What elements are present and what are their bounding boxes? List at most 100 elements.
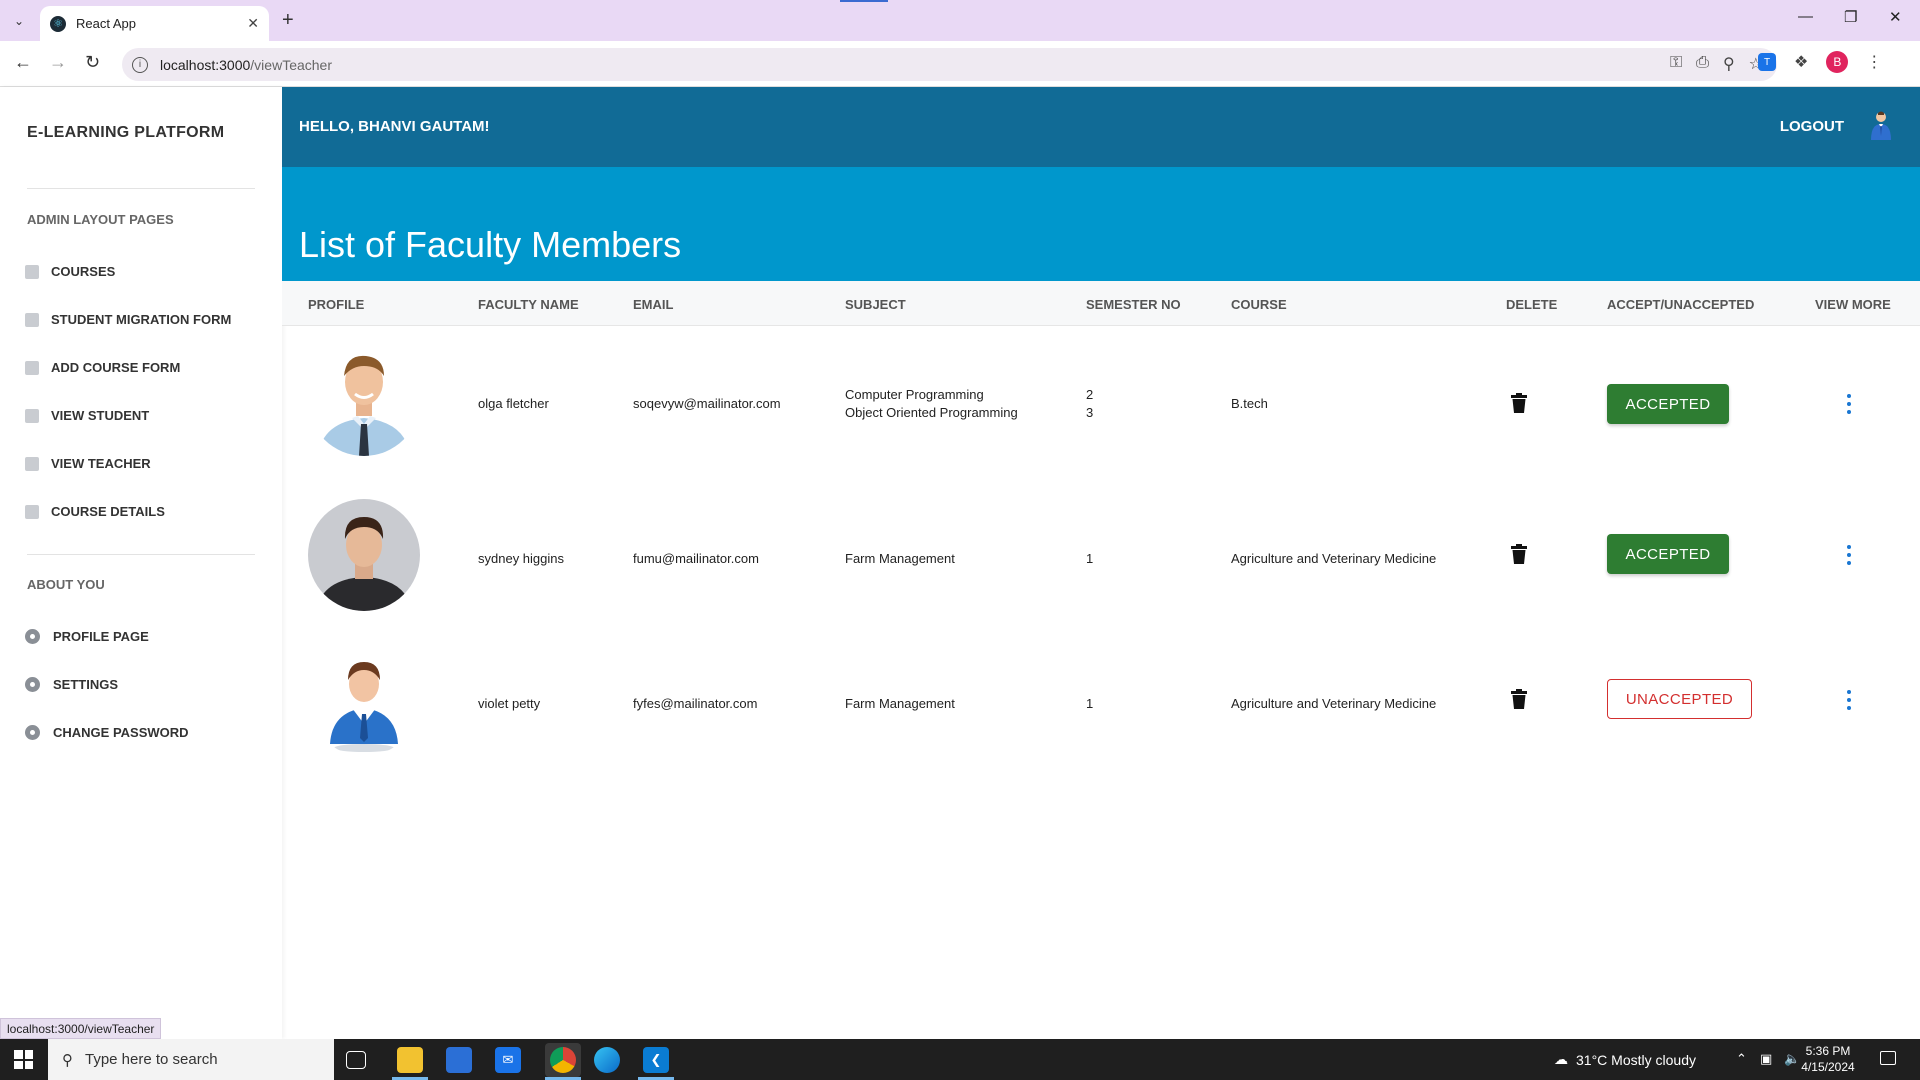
sidebar-item-label: SETTINGS bbox=[53, 677, 119, 692]
column-header-subject: SUBJECT bbox=[845, 297, 906, 312]
zoom-icon[interactable]: ⚲ bbox=[1723, 54, 1735, 74]
task-view-icon[interactable] bbox=[346, 1051, 366, 1069]
network-icon[interactable]: ▣ bbox=[1760, 1051, 1772, 1067]
user-avatar-icon[interactable] bbox=[1866, 110, 1896, 140]
react-favicon-icon: ⚛ bbox=[50, 15, 66, 32]
semester-item: 3 bbox=[1086, 405, 1094, 420]
windows-start-icon[interactable] bbox=[14, 1050, 33, 1069]
chrome-icon[interactable] bbox=[550, 1047, 576, 1073]
browser-toolbar: ← → ↻ i localhost:3000/viewTeacher ⚿ ⎙ ⚲… bbox=[0, 41, 1920, 87]
microsoft-store-icon[interactable] bbox=[446, 1047, 472, 1073]
sidebar-item-view-student[interactable]: VIEW STUDENT bbox=[25, 408, 149, 423]
accepted-button[interactable]: ACCEPTED bbox=[1607, 384, 1729, 424]
delete-trash-icon[interactable] bbox=[1511, 393, 1527, 413]
book-icon bbox=[25, 456, 39, 471]
sidebar-item-add-course-form[interactable]: ADD COURSE FORM bbox=[25, 360, 180, 375]
faculty-course: Agriculture and Veterinary Medicine bbox=[1231, 696, 1437, 711]
tab-search-button[interactable]: ⌄ bbox=[7, 9, 31, 33]
sidebar-item-student-migration-form[interactable]: STUDENT MIGRATION FORM bbox=[25, 312, 231, 327]
delete-trash-icon[interactable] bbox=[1511, 544, 1527, 564]
password-key-icon[interactable]: ⚿ bbox=[1670, 54, 1682, 74]
link-status-bubble: localhost:3000/viewTeacher bbox=[0, 1018, 162, 1039]
extension-translate-icon[interactable]: T bbox=[1758, 53, 1776, 71]
sidebar-item-course-details[interactable]: COURSE DETAILS bbox=[25, 504, 165, 519]
taskbar-search-box[interactable]: ⚲ Type here to search bbox=[48, 1039, 334, 1080]
extensions-puzzle-icon[interactable]: ❖ bbox=[1794, 52, 1808, 72]
accepted-button[interactable]: ACCEPTED bbox=[1607, 534, 1729, 574]
chevron-up-icon[interactable]: ⌃ bbox=[1736, 1051, 1747, 1067]
taskbar-search-placeholder: Type here to search bbox=[85, 1051, 218, 1068]
sidebar-item-label: CHANGE PASSWORD bbox=[53, 725, 189, 740]
window-close-icon[interactable]: ✕ bbox=[1889, 8, 1902, 26]
sidebar-item-settings[interactable]: SETTINGS bbox=[25, 677, 118, 692]
faculty-subject: Farm Management bbox=[845, 696, 955, 711]
logout-button[interactable]: LOGOUT bbox=[1780, 118, 1844, 135]
cloud-icon: ☁ bbox=[1554, 1051, 1568, 1067]
more-options-icon[interactable] bbox=[1844, 690, 1854, 710]
mail-icon[interactable]: ✉ bbox=[495, 1047, 521, 1073]
sidebar-item-change-password[interactable]: CHANGE PASSWORD bbox=[25, 725, 189, 740]
browser-menu-icon[interactable]: ⋮ bbox=[1866, 52, 1882, 72]
unaccepted-button[interactable]: UNACCEPTED bbox=[1607, 679, 1752, 719]
back-icon[interactable]: ← bbox=[14, 52, 32, 73]
user-circle-icon bbox=[25, 725, 40, 740]
faculty-course: B.tech bbox=[1231, 396, 1268, 411]
faculty-name: violet petty bbox=[478, 696, 541, 711]
close-tab-icon[interactable]: ✕ bbox=[247, 15, 259, 32]
user-circle-icon bbox=[25, 629, 40, 644]
address-bar[interactable]: i localhost:3000/viewTeacher ⚿ ⎙ ⚲ ☆ bbox=[122, 48, 1777, 81]
sidebar-item-profile-page[interactable]: PROFILE PAGE bbox=[25, 629, 149, 644]
windows-taskbar: ⚲ Type here to search ✉ ❮ ☁ 31°C Mostly … bbox=[0, 1039, 1920, 1080]
column-header-profile: PROFILE bbox=[308, 297, 365, 312]
book-icon bbox=[25, 360, 39, 375]
taskbar-clock[interactable]: 5:36 PM 4/15/2024 bbox=[1788, 1043, 1868, 1075]
file-explorer-icon[interactable] bbox=[397, 1047, 423, 1073]
sidebar-item-label: COURSE DETAILS bbox=[51, 504, 165, 519]
more-options-icon[interactable] bbox=[1844, 545, 1854, 565]
sidebar-item-label: COURSES bbox=[51, 264, 116, 279]
table-row: sydney higgins fumu@mailinator.com Farm … bbox=[282, 479, 1920, 629]
column-header-accept-status: ACCEPT/UNACCEPTED bbox=[1607, 297, 1755, 312]
section-about-title: ABOUT YOU bbox=[27, 577, 105, 592]
table-row: olga fletcher soqevyw@mailinator.com Com… bbox=[282, 329, 1920, 479]
profile-avatar[interactable]: B bbox=[1826, 51, 1849, 73]
faculty-email: fyfes@mailinator.com bbox=[633, 696, 758, 711]
vscode-icon[interactable]: ❮ bbox=[643, 1047, 669, 1073]
book-icon bbox=[25, 504, 39, 519]
greeting-text: HELLO, BHANVI GAUTAM! bbox=[299, 118, 490, 135]
semester-item: 2 bbox=[1086, 387, 1094, 402]
sidebar-item-label: VIEW TEACHER bbox=[51, 456, 151, 471]
faculty-photo bbox=[308, 499, 420, 611]
faculty-subject: Computer Programming Object Oriented Pro… bbox=[845, 386, 1018, 422]
section-admin-title: ADMIN LAYOUT PAGES bbox=[27, 212, 174, 227]
forward-icon[interactable]: → bbox=[49, 52, 67, 73]
weather-widget[interactable]: ☁ 31°C Mostly cloudy bbox=[1554, 1051, 1696, 1068]
column-header-course: COURSE bbox=[1231, 297, 1287, 312]
edge-icon[interactable] bbox=[594, 1047, 620, 1073]
faculty-name: olga fletcher bbox=[478, 396, 549, 411]
restore-icon[interactable]: ❐ bbox=[1844, 8, 1857, 26]
reload-icon[interactable]: ↻ bbox=[85, 52, 100, 73]
sidebar-item-view-teacher[interactable]: VIEW TEACHER bbox=[25, 456, 151, 471]
url-path: /viewTeacher bbox=[250, 56, 332, 73]
system-tray: ⌃ bbox=[1736, 1051, 1747, 1067]
column-header-delete: DELETE bbox=[1506, 297, 1558, 312]
sidebar-item-courses[interactable]: COURSES bbox=[25, 264, 115, 279]
install-app-icon[interactable]: ⎙ bbox=[1696, 54, 1709, 74]
book-icon bbox=[25, 408, 39, 423]
new-tab-icon[interactable]: + bbox=[282, 9, 294, 32]
faculty-semester: 1 bbox=[1086, 551, 1094, 566]
more-options-icon[interactable] bbox=[1844, 394, 1854, 414]
notification-icon[interactable] bbox=[1880, 1051, 1896, 1065]
sidebar: E-LEARNING PLATFORM ADMIN LAYOUT PAGES C… bbox=[0, 87, 282, 1039]
user-circle-icon bbox=[25, 677, 40, 692]
table-header: PROFILE FACULTY NAME EMAIL SUBJECT SEMES… bbox=[282, 281, 1920, 326]
faculty-photo bbox=[308, 344, 420, 456]
minimize-icon[interactable]: — bbox=[1798, 8, 1813, 25]
delete-trash-icon[interactable] bbox=[1511, 689, 1527, 709]
column-header-faculty-name: FACULTY NAME bbox=[478, 297, 579, 312]
site-info-icon[interactable]: i bbox=[132, 56, 148, 73]
sidebar-divider bbox=[27, 554, 255, 555]
browser-tab[interactable]: ⚛ React App ✕ bbox=[40, 6, 269, 41]
faculty-course: Agriculture and Veterinary Medicine bbox=[1231, 551, 1437, 566]
